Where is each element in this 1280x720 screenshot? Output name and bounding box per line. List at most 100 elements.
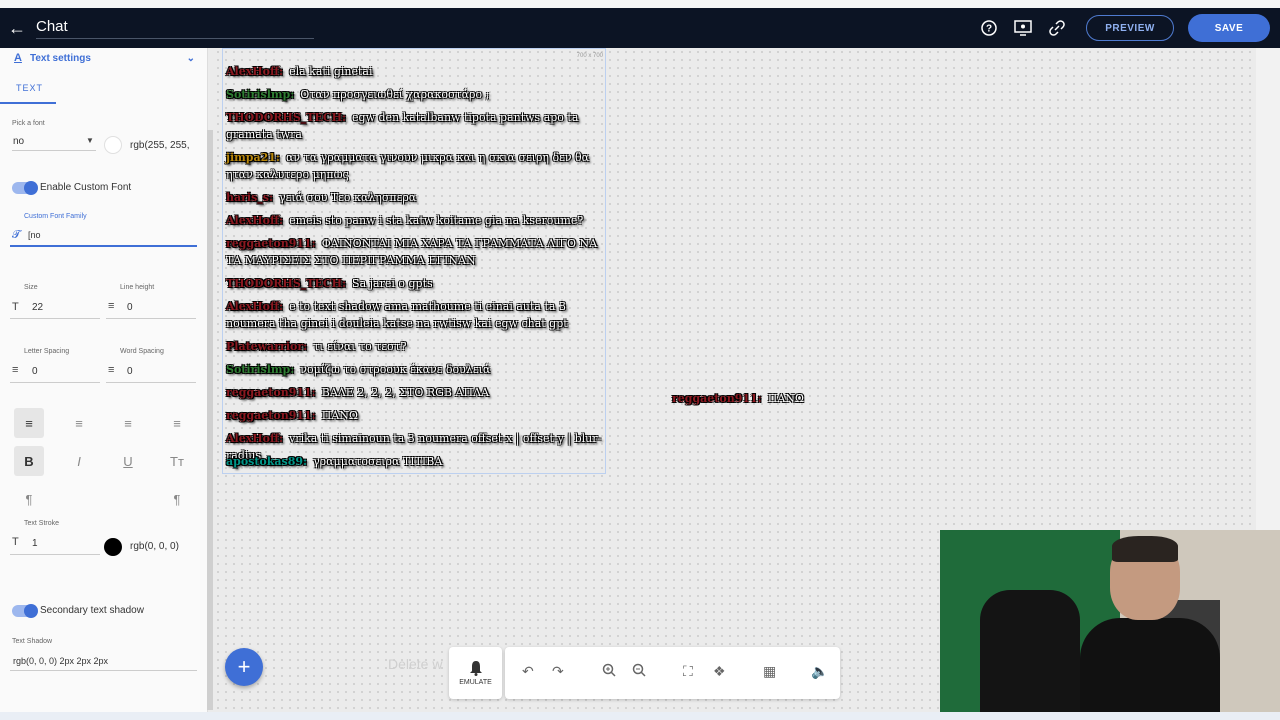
os-taskbar (0, 712, 1280, 720)
size-underline (10, 318, 100, 319)
floating-text: ΠΑΝΩ (767, 392, 805, 405)
font-color-value[interactable]: rgb(255, 255, (130, 140, 190, 151)
chat-message: Sotirislmp: Οταν προσγειωθεί χαρακοστάρο … (226, 86, 604, 103)
chat-message: THODORHS_TECH: egw den katalbanw tipota p… (226, 109, 604, 143)
undo-icon[interactable]: ↶ (522, 663, 534, 680)
word-spacing-underline (106, 382, 196, 383)
chat-text: emeis sto panw i sta katw koitame gia na… (289, 214, 584, 227)
custom-font-family-input[interactable]: [no (28, 230, 41, 240)
text-shadow-input[interactable]: rgb(0, 0, 0) 2px 2px 2px (13, 656, 108, 666)
chat-text: αν τα γραμματα γινουν μικρα και η σκια σ… (226, 151, 590, 181)
dropdown-arrow-icon[interactable]: ▼ (86, 136, 94, 145)
font-color-swatch[interactable] (104, 136, 122, 154)
paragraph-ltr-icon[interactable]: ¶ (14, 484, 44, 514)
chevron-down-icon[interactable]: ⌄ (187, 53, 195, 64)
chat-username: reggaeton911: (226, 409, 316, 422)
align-justify-icon[interactable]: ≡ (162, 408, 192, 438)
line-height-icon: ≡ (108, 300, 115, 312)
webcam-chair (980, 590, 1080, 720)
text-stroke-underline (10, 554, 100, 555)
custom-font-input-underline (10, 245, 197, 247)
line-height-input[interactable]: 0 (127, 302, 133, 313)
text-stroke-label: Text Stroke (24, 520, 60, 527)
align-center-icon[interactable]: ≡ (64, 408, 94, 438)
chat-username: haris_s: (226, 191, 274, 204)
chat-message: AlexHoff: ela kati ginetai (226, 63, 604, 80)
preview-button[interactable]: PREVIEW (1086, 15, 1174, 41)
panel-scrollbar[interactable] (207, 130, 213, 710)
top-bar: ← Chat ? PREVIEW SAVE (0, 8, 1280, 48)
underline-icon[interactable]: U (113, 446, 143, 476)
chat-message: AlexHoff: e to text shadow ama mathoume t… (226, 298, 604, 332)
text-size-icon: 𝓣 (12, 229, 21, 241)
tab-text[interactable]: TEXT (16, 83, 43, 93)
monitor-settings-icon[interactable] (1012, 17, 1034, 39)
secondary-shadow-toggle[interactable] (12, 604, 38, 618)
webcam-person-body (1080, 618, 1220, 720)
canvas-toolbar: ↶ ↷ ⛶ ❖ ▦ 🔈 (505, 647, 840, 699)
collapse-icon[interactable]: ❖ (713, 663, 726, 680)
volume-icon[interactable]: 🔈 (811, 663, 828, 680)
page-title[interactable]: Chat (36, 18, 314, 39)
stroke-color-swatch[interactable] (104, 538, 122, 556)
bold-icon[interactable]: B (14, 446, 44, 476)
align-left-icon[interactable]: ≡ (14, 408, 44, 438)
enable-custom-font-toggle[interactable] (12, 181, 38, 195)
add-widget-button[interactable]: + (225, 648, 263, 686)
zoom-in-icon[interactable] (602, 663, 616, 680)
word-spacing-icon: ≡ (108, 364, 115, 376)
emulate-button[interactable]: EMULATE (449, 647, 502, 699)
font-select[interactable]: no (13, 136, 24, 147)
browser-top-strip (0, 0, 1280, 8)
chat-username: AlexHoff: (226, 300, 284, 313)
tab-indicator (0, 102, 56, 104)
text-format-icon: A (14, 52, 22, 64)
chat-text: ela kati ginetai (289, 65, 373, 78)
stroke-color-value[interactable]: rgb(0, 0, 0) (130, 541, 179, 552)
widget-size-tag: 700 x 700 (576, 53, 603, 59)
letter-spacing-icon: ≡ (12, 364, 19, 376)
svg-text:?: ? (986, 24, 992, 35)
text-stroke-input[interactable]: 1 (32, 538, 38, 549)
chat-message: apostokas89: γραμματοσειρα ΤΙΤΙΒΑ (226, 453, 604, 470)
paragraph-rtl-icon[interactable]: ¶ (162, 484, 192, 514)
link-icon[interactable] (1046, 17, 1068, 39)
chat-message: reggaeton911: ΠΑΝΩ (226, 407, 604, 424)
chat-username: THODORHS_TECH: (226, 277, 347, 290)
help-icon[interactable]: ? (978, 17, 1000, 39)
chat-text: ΠΑΝΩ (321, 409, 359, 422)
letter-spacing-input[interactable]: 0 (32, 366, 38, 377)
save-button[interactable]: SAVE (1188, 14, 1270, 42)
chat-username: AlexHoff: (226, 432, 284, 445)
chat-message: THODORHS_TECH: Sa jarei o gpts (226, 275, 604, 292)
chat-message: haris_s: γειά σου Τεο καλησπερα (226, 189, 604, 206)
text-shadow-underline (10, 670, 197, 671)
line-height-label: Line height (120, 284, 155, 291)
size-input[interactable]: 22 (32, 302, 43, 313)
chat-message: reggaeton911: ΦΑΙΝΟΝΤΑΙ ΜΙΑ ΧΑΡΑ ΤΑ ΓΡΑΜΜ… (226, 235, 604, 269)
text-case-icon[interactable]: Tт (162, 446, 192, 476)
italic-icon[interactable]: I (64, 446, 94, 476)
size-label: Size (24, 284, 38, 291)
chat-username: THODORHS_TECH: (226, 111, 347, 124)
chat-text: νομίζω το στροουκ έκανε δουλειά (300, 363, 491, 376)
letter-spacing-label: Letter Spacing (24, 348, 70, 355)
chat-message: reggaeton911: ΒΑΛΕ 2, 2, 2, ΣΤΟ RGB ΑΠΛΑ (226, 384, 604, 401)
word-spacing-input[interactable]: 0 (127, 366, 133, 377)
chat-username: jimpa21: (226, 151, 280, 164)
zoom-out-icon[interactable] (632, 663, 646, 680)
redo-icon[interactable]: ↷ (552, 663, 564, 680)
text-settings-header[interactable]: A Text settings ⌄ (0, 50, 207, 66)
floating-chat-message[interactable]: reggaeton911: ΠΑΝΩ (672, 392, 804, 405)
chat-widget[interactable]: 700 x 700 AlexHoff: ela kati ginetai Sotir… (222, 48, 606, 474)
grid-icon[interactable]: ▦ (763, 663, 776, 680)
align-right-icon[interactable]: ≡ (113, 408, 143, 438)
font-select-underline (12, 150, 96, 151)
chat-text: Οταν προσγειωθεί χαρακοστάρο ; (300, 88, 490, 101)
chat-username: reggaeton911: (226, 386, 316, 399)
chat-username: reggaeton911: (226, 237, 316, 250)
back-arrow-icon[interactable]: ← (0, 8, 34, 48)
secondary-shadow-label: Secondary text shadow (40, 605, 144, 616)
chat-text: ΒΑΛΕ 2, 2, 2, ΣΤΟ RGB ΑΠΛΑ (321, 386, 489, 399)
fit-screen-icon[interactable]: ⛶ (683, 663, 693, 680)
